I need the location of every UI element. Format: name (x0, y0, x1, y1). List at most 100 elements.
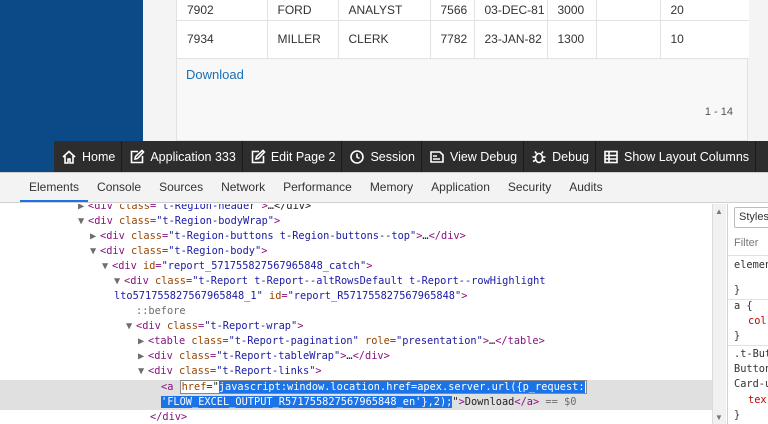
tab-application[interactable]: Application (422, 172, 499, 202)
scroll-up-icon[interactable]: ▲ (715, 207, 723, 216)
table-cell: 7782 (430, 20, 475, 59)
style-rule-line: col (748, 315, 767, 327)
dom-node-before-pseudo[interactable]: ::before (136, 304, 186, 319)
style-rule-line: } (734, 284, 741, 296)
collapse-triangle-icon[interactable]: ▼ (90, 244, 100, 259)
collapse-triangle-icon[interactable]: ▼ (138, 364, 148, 379)
expand-triangle-icon[interactable]: ▶ (138, 334, 148, 349)
tab-performance[interactable]: Performance (274, 172, 361, 202)
app-content: 7902 FORD ANALYST 7566 03-DEC-81 3000 20… (0, 0, 768, 172)
dom-node-region-header[interactable]: ▶ <div class="t-Region-header">…</div> (78, 204, 311, 214)
devbar-debug-label: Debug (552, 149, 589, 164)
table-cell: 23-JAN-82 (474, 20, 548, 59)
selected-attribute-text-continued[interactable]: 'FLOW_EXCEL_OUTPUT_R571755827567965848_e… (161, 396, 453, 408)
collapse-triangle-icon[interactable]: ▼ (78, 214, 88, 229)
tab-memory[interactable]: Memory (361, 172, 422, 202)
dom-node-report-links[interactable]: ▼ <div class="t-Report-links"> (138, 364, 322, 379)
devbar-home-label: Home (82, 149, 116, 164)
table-cell: 3000 (547, 0, 597, 21)
selected-attribute-text[interactable]: javascript:window.location.href=apex.ser… (218, 381, 585, 393)
devbar-session-button[interactable]: Session (342, 141, 422, 172)
style-rule-line: tex (748, 394, 767, 406)
style-rule-line: element (734, 259, 768, 271)
table-cell: FORD (267, 0, 339, 21)
style-rule-line: } (734, 409, 741, 421)
view-debug-icon (429, 149, 445, 165)
tab-console[interactable]: Console (88, 172, 150, 202)
tab-security[interactable]: Security (499, 172, 560, 202)
table-cell (596, 0, 661, 21)
bug-icon (531, 149, 547, 165)
table-cell: MILLER (267, 20, 339, 59)
collapse-triangle-icon[interactable]: ▼ (126, 319, 136, 334)
devbar-edit-page-button[interactable]: Edit Page 2 (243, 141, 343, 172)
devbar-show-layout-columns-button[interactable]: Show Layout Columns (596, 141, 757, 172)
edit-page-icon (250, 148, 266, 165)
report-table: 7902 FORD ANALYST 7566 03-DEC-81 3000 20… (177, 0, 749, 59)
styles-tab[interactable]: Styles (734, 207, 768, 228)
devbar-show-layout-columns-label: Show Layout Columns (623, 149, 750, 164)
table-cell: 7566 (430, 0, 475, 21)
table-cell: 10 (660, 20, 749, 59)
dom-node-report-wrap[interactable]: ▼ <div class="t-Report-wrap"> (126, 319, 303, 334)
attribute-edit-box[interactable]: href="javascript:window.location.href=ap… (179, 380, 587, 394)
table-cell: ANALYST (338, 0, 431, 21)
edit-app-icon (129, 148, 145, 165)
dom-node-region-buttons[interactable]: ▶ <div class="t-Region-buttons t-Region-b… (90, 229, 466, 244)
developer-toolbar: Home Application 333 Edit Page 2 Session… (54, 141, 768, 172)
elements-tree: ▶ <div class="t-Region-header">…</div> ▼ <… (0, 204, 712, 424)
style-rule-line: .t-But (734, 348, 768, 360)
table-cell: 7934 (177, 20, 268, 59)
scroll-down-icon[interactable]: ▼ (715, 413, 723, 422)
dom-node-report-tablewrap[interactable]: ▶ <div class="t-Report-tableWrap">…</div> (138, 349, 390, 364)
devbar-view-debug-button[interactable]: View Debug (422, 141, 525, 172)
table-row: 7902 FORD ANALYST 7566 03-DEC-81 3000 20 (177, 0, 749, 21)
download-link[interactable]: Download (186, 67, 244, 82)
devtools-panel: Elements Console Sources Network Perform… (0, 172, 768, 424)
devbar-home-button[interactable]: Home (54, 141, 123, 172)
devbar-application-button[interactable]: Application 333 (122, 141, 243, 172)
style-rule-line: } (734, 330, 741, 342)
dom-node-report-pagination[interactable]: ▶ <table class="t-Report-pagination" role… (138, 334, 545, 349)
collapse-triangle-icon[interactable]: ▼ (114, 274, 124, 289)
table-cell: 20 (660, 0, 749, 21)
devbar-application-label: Application 333 (150, 149, 236, 164)
dom-node-report[interactable]: ▼ <div class="t-Report t-Report--altRowsD… (114, 274, 546, 289)
expand-triangle-icon[interactable]: ▶ (90, 229, 100, 244)
dom-node-report-continued: lto571755827567965848_1" id="report_R571… (114, 290, 468, 302)
styles-filter-input[interactable]: Filter (734, 237, 758, 249)
session-icon (349, 149, 365, 165)
table-cell: 7902 (177, 0, 268, 21)
table-cell (596, 20, 661, 59)
home-icon (61, 149, 77, 165)
tab-network[interactable]: Network (212, 172, 274, 202)
dom-node-region-body[interactable]: ▼ <div class="t-Region-body"> (90, 244, 267, 259)
styles-pane: Styles Filter element } a { col } .t-But… (727, 204, 768, 424)
table-cell: 03-DEC-81 (474, 0, 548, 21)
table-cell: CLERK (338, 20, 431, 59)
style-rule-line: Card-u (734, 378, 768, 390)
devbar-view-debug-label: View Debug (449, 149, 518, 164)
dom-node-selected-anchor[interactable]: <a href="javascript:window.location.href… (161, 380, 587, 395)
elements-scrollbar[interactable]: ▲ ▼ (712, 204, 726, 424)
devtools-tab-bar: Elements Console Sources Network Perform… (0, 173, 768, 203)
report-region: 7902 FORD ANALYST 7566 03-DEC-81 3000 20… (176, 0, 749, 141)
table-cell: 1300 (547, 20, 597, 59)
dom-node-region-bodywrap[interactable]: ▼ <div class="t-Region-bodyWrap"> (78, 214, 280, 229)
tab-sources[interactable]: Sources (150, 172, 212, 202)
dom-node-selected-anchor-continued[interactable]: 'FLOW_EXCEL_OUTPUT_R571755827567965848_e… (161, 395, 576, 410)
devbar-edit-page-label: Edit Page 2 (270, 149, 336, 164)
devbar-session-label: Session (370, 149, 415, 164)
tab-audits[interactable]: Audits (560, 172, 611, 202)
expand-triangle-icon[interactable]: ▶ (78, 204, 88, 214)
style-rule-line: a { (734, 300, 753, 312)
styles-divider (728, 255, 768, 256)
dom-node-close-div: </div> (150, 411, 188, 423)
pagination-label: 1 - 14 (704, 106, 733, 118)
dom-node-report-catch[interactable]: ▼ <div id="report_571755827567965848_catc… (102, 259, 372, 274)
tab-elements[interactable]: Elements (20, 172, 89, 202)
devbar-debug-button[interactable]: Debug (524, 141, 596, 172)
style-rule-line: Button (734, 363, 768, 375)
expand-triangle-icon[interactable]: ▶ (138, 349, 148, 364)
collapse-triangle-icon[interactable]: ▼ (102, 259, 112, 274)
